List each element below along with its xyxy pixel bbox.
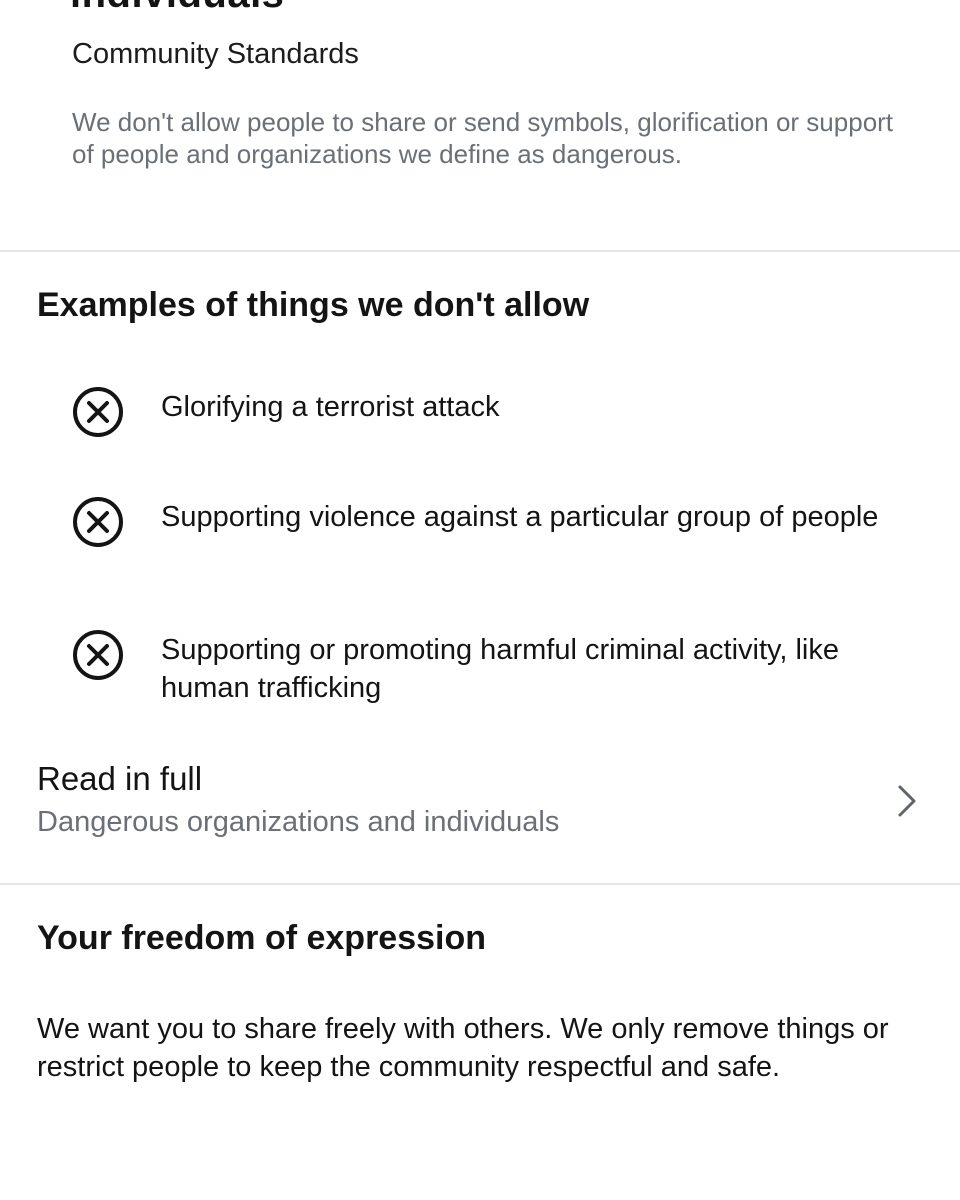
example-text: Glorifying a terrorist attack xyxy=(161,391,500,423)
section-divider xyxy=(0,883,960,885)
policy-description: We don't allow people to share or send s… xyxy=(72,107,894,169)
circle-x-icon xyxy=(73,497,123,547)
page-subtitle: Community Standards xyxy=(72,38,359,70)
freedom-heading: Your freedom of expression xyxy=(37,919,487,957)
section-divider xyxy=(0,250,960,252)
examples-heading: Examples of things we don't allow xyxy=(37,286,590,324)
read-in-full-label: Read in full xyxy=(37,760,203,797)
chevron-right-icon xyxy=(898,785,916,817)
read-in-full-sublabel: Dangerous organizations and individuals xyxy=(37,806,560,838)
example-text: Supporting or promoting harmful criminal… xyxy=(161,634,840,704)
circle-x-icon xyxy=(73,630,123,680)
read-in-full-link[interactable]: Read in full Dangerous organizations and… xyxy=(0,752,960,880)
example-text: Supporting violence against a particular… xyxy=(161,501,879,533)
page-title: individuals xyxy=(70,0,284,17)
circle-x-icon xyxy=(73,387,123,437)
freedom-body: We want you to share freely with others.… xyxy=(37,1013,889,1083)
